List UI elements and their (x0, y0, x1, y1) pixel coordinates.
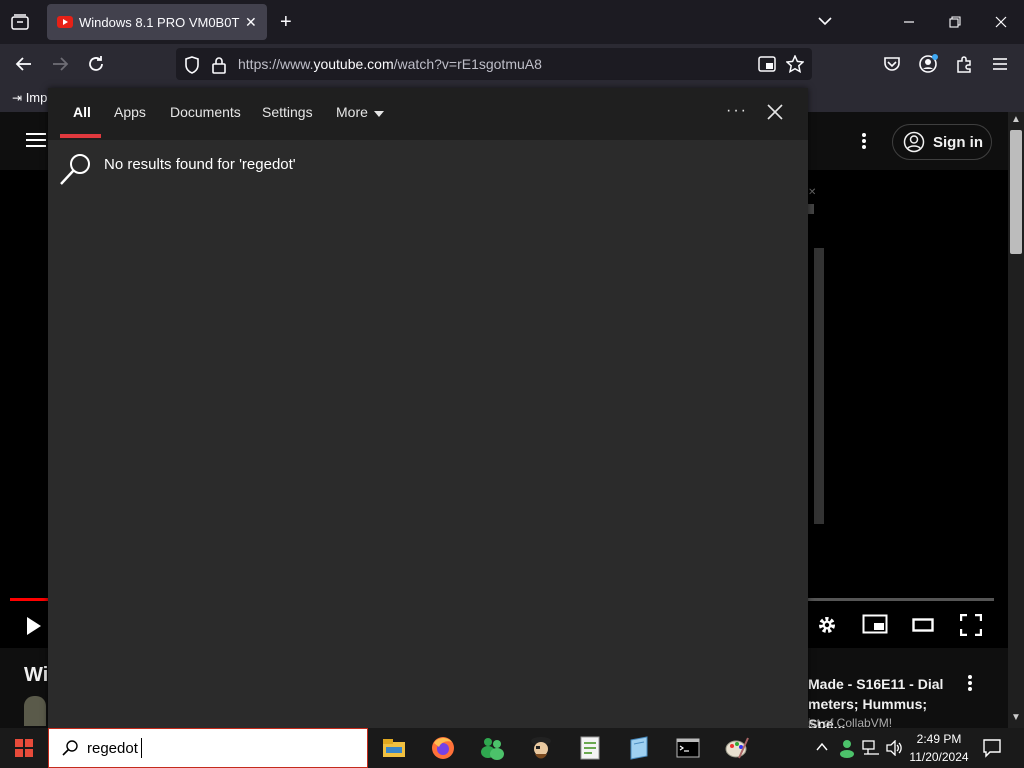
address-bar[interactable]: https://www.youtube.com/watch?v=rE1sgotm… (176, 48, 812, 80)
scroll-up-icon[interactable]: ▲ (1011, 114, 1021, 125)
search-magnifier-icon (58, 152, 94, 188)
hamburger-menu-icon[interactable] (988, 52, 1012, 76)
url-path: /watch?v=rE1sgotmuA8 (393, 56, 542, 72)
windows-search-panel: All Apps Documents Settings More ··· No … (48, 88, 808, 728)
tab-title: Windows 8.1 PRO VM0B0T - Co (79, 14, 241, 30)
clock-time[interactable]: 2:49 PM (914, 732, 964, 746)
new-tab-icon[interactable]: + (280, 12, 292, 32)
options-ellipsis-icon[interactable]: ··· (726, 102, 748, 120)
text-caret (141, 738, 142, 758)
close-window-icon[interactable] (986, 10, 1016, 34)
more-dropdown-caret-icon[interactable] (374, 111, 384, 117)
close-search-icon[interactable] (766, 103, 784, 121)
settings-gear-icon[interactable] (816, 614, 838, 636)
import-bookmarks-item[interactable]: ⇥ Imp (12, 90, 47, 105)
back-arrow-icon[interactable] (12, 52, 36, 76)
windows-taskbar: regedot 2:49 PM 11/20/2024 (0, 728, 1024, 768)
channel-avatar[interactable] (24, 696, 46, 726)
import-icon: ⇥ (12, 91, 23, 105)
url-text[interactable]: https://www.youtube.com/watch?v=rE1sgotm… (238, 56, 542, 72)
no-results-message: No results found for 'regedot' (104, 156, 296, 173)
browser-tab-active[interactable]: Windows 8.1 PRO VM0B0T - Co ✕ (47, 4, 267, 40)
network-icon[interactable] (862, 740, 880, 756)
play-icon[interactable] (26, 616, 42, 636)
miniplayer-icon[interactable] (862, 614, 888, 634)
tab-close-icon[interactable]: ✕ (245, 14, 257, 31)
extensions-puzzle-icon[interactable] (952, 52, 976, 76)
sign-in-button[interactable]: Sign in (892, 124, 992, 160)
tab-apps[interactable]: Apps (114, 104, 146, 120)
tab-more[interactable]: More (336, 104, 368, 120)
pirate-app-icon[interactable] (527, 734, 555, 762)
start-button[interactable] (0, 728, 48, 768)
picture-in-picture-icon[interactable] (758, 56, 776, 72)
scroll-down-icon[interactable]: ▼ (1011, 712, 1021, 723)
lock-icon[interactable] (212, 56, 226, 74)
tab-documents[interactable]: Documents (170, 104, 241, 120)
firefox-icon[interactable] (429, 734, 457, 762)
show-hidden-icons-chevron-icon[interactable] (816, 742, 828, 752)
action-center-icon[interactable] (982, 738, 1002, 758)
clock-date[interactable]: 11/20/2024 (906, 750, 972, 764)
bookmark-star-icon[interactable] (786, 55, 804, 73)
sign-in-label: Sign in (933, 133, 983, 151)
pocket-icon[interactable] (880, 52, 904, 76)
video-overlay-strip (814, 248, 824, 524)
account-icon[interactable] (916, 52, 940, 76)
taskbar-search-icon (61, 739, 79, 757)
import-bookmarks-label: Imp (25, 90, 48, 105)
minimize-window-icon[interactable] (894, 10, 924, 34)
page-scrollbar-thumb[interactable] (1010, 130, 1022, 254)
file-explorer-icon[interactable] (380, 734, 408, 762)
search-query-text: regedot (87, 740, 138, 757)
book-app-icon[interactable] (625, 734, 653, 762)
url-host: youtube.com (313, 56, 394, 72)
restore-window-icon[interactable] (940, 10, 970, 34)
youtube-favicon-icon (57, 16, 73, 28)
tab-all[interactable]: All (73, 104, 91, 120)
paint-icon[interactable] (723, 734, 751, 762)
theater-mode-icon[interactable] (912, 618, 934, 632)
volume-icon[interactable] (886, 740, 904, 756)
youtube-settings-kebab-icon[interactable] (858, 132, 870, 150)
tracking-protection-shield-icon[interactable] (184, 56, 200, 74)
tab-list-chevron-icon[interactable] (816, 12, 834, 30)
notepad-icon[interactable] (576, 734, 604, 762)
command-prompt-icon[interactable] (674, 734, 702, 762)
user-tray-icon[interactable] (838, 738, 856, 758)
url-prefix: https://www. (238, 56, 314, 72)
fullscreen-icon[interactable] (960, 614, 982, 636)
messenger-icon[interactable] (478, 734, 506, 762)
related-video-kebab-icon[interactable] (964, 674, 976, 692)
active-tab-underline (60, 134, 101, 138)
reload-icon[interactable] (84, 52, 108, 76)
browser-nav-bar: https://www.youtube.com/watch?v=rE1sgotm… (0, 44, 1024, 84)
user-circle-icon (903, 131, 925, 153)
video-overlay-close-icon[interactable]: ✕ (808, 182, 816, 200)
list-all-tabs-icon[interactable] (8, 10, 32, 34)
forward-arrow-icon[interactable] (48, 52, 72, 76)
browser-tab-bar: Windows 8.1 PRO VM0B0T - Co ✕ + (0, 0, 1024, 44)
youtube-guide-menu-icon[interactable] (26, 132, 46, 148)
search-filter-tabs: All Apps Documents Settings More ··· (48, 88, 808, 140)
video-title-fragment: Wi (24, 664, 49, 686)
video-progress-fill (10, 598, 50, 601)
windows-logo-icon (15, 739, 33, 757)
video-overlay-edge (808, 204, 814, 214)
taskbar-search-box[interactable]: regedot (48, 728, 368, 768)
tab-settings[interactable]: Settings (262, 104, 313, 120)
